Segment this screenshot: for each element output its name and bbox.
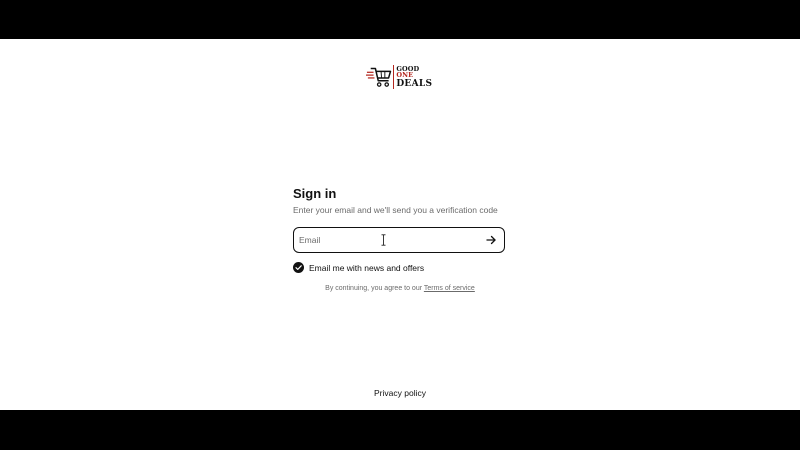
logo-divider [393,65,395,89]
checkmark-icon [295,265,302,271]
submit-button[interactable] [484,233,498,247]
email-field-container[interactable] [293,227,505,253]
terms-prefix: By continuing, you agree to our [325,285,424,292]
signin-subtitle: Enter your email and we'll send you a ve… [293,205,498,215]
brand-accent-word: ONE [396,71,414,79]
arrow-right-icon [486,235,496,245]
newsletter-label: Email me with news and offers [309,262,425,273]
terms-notice: By continuing, you agree to our Terms of… [0,285,800,292]
newsletter-option[interactable]: Email me with news and offers [293,262,424,273]
text-cursor-icon [381,234,386,246]
letterbox-bottom [0,410,800,450]
brand-line1: GOOD ONE [396,64,420,79]
footer: Privacy policy [0,388,800,398]
brand-line2: DEALS [396,78,433,89]
email-input[interactable] [299,232,474,248]
brand-wordmark: GOOD ONE DEALS [396,64,436,89]
letterbox-top [0,0,800,39]
shopping-cart-icon [366,67,392,87]
terms-of-service-link[interactable]: Terms of service [424,285,475,292]
page: GOOD ONE DEALS Sign in Enter your email … [0,39,800,410]
newsletter-checkbox[interactable] [293,262,304,273]
privacy-policy-link[interactable]: Privacy policy [374,388,426,398]
page-title: Sign in [293,186,337,201]
brand-logo[interactable]: GOOD ONE DEALS [366,63,436,91]
